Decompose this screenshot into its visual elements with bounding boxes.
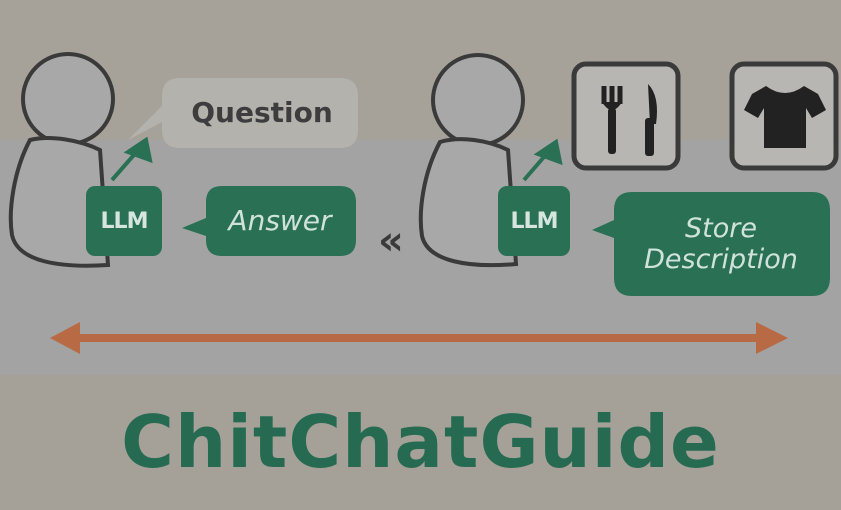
page-title: ChitChatGuide bbox=[121, 400, 720, 484]
double-chevron-left-icon: « bbox=[378, 218, 404, 264]
fork-knife-icon bbox=[571, 61, 681, 171]
pen-icon bbox=[110, 136, 153, 182]
question-label: Question bbox=[191, 95, 333, 129]
store-description-label: Store Description bbox=[644, 212, 798, 275]
llm-label-left: LLM bbox=[100, 208, 149, 234]
answer-label: Answer bbox=[228, 203, 332, 237]
llm-label-right: LLM bbox=[510, 208, 559, 234]
double-arrow-icon bbox=[50, 322, 788, 354]
tshirt-icon bbox=[729, 61, 839, 171]
pen-icon bbox=[522, 138, 563, 182]
